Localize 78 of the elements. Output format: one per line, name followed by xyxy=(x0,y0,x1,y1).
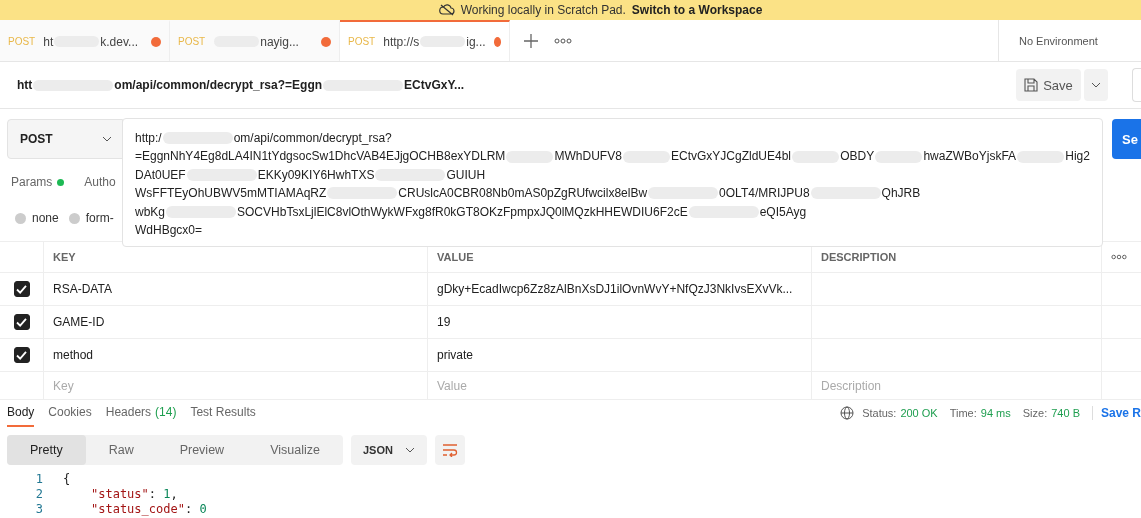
table-cell: private xyxy=(428,339,812,371)
url-text: Hig2 xyxy=(1065,148,1090,166)
url-text: WsFFTEyOhUBWV5mMTIAMAqRZ xyxy=(135,185,327,203)
checkbox[interactable] xyxy=(13,314,30,330)
url-text: OBDY xyxy=(840,148,875,166)
status-label: Status: xyxy=(862,407,897,419)
line-number: 2 xyxy=(34,487,43,502)
code-line: "status_code": 0 xyxy=(91,502,207,517)
time-label: Time: xyxy=(949,407,977,419)
wrap-lines-button[interactable] xyxy=(434,435,465,465)
response-tab[interactable]: Test Results xyxy=(190,399,256,427)
table-cell: 19 xyxy=(428,306,812,338)
table-cell: method xyxy=(44,339,428,371)
response-tab[interactable]: Cookies xyxy=(48,399,92,427)
chevron-down-icon xyxy=(404,447,415,453)
save-response-button[interactable]: Save R xyxy=(1091,406,1141,420)
table-cell: RSA-DATA xyxy=(44,273,428,305)
request-tab[interactable]: POST http://s ig... xyxy=(340,20,510,61)
checkbox[interactable] xyxy=(13,281,30,297)
cloud-off-icon xyxy=(438,4,455,16)
url-text: DAt0UEF xyxy=(135,166,186,184)
radio-button[interactable] xyxy=(68,212,80,224)
code-line: "status": 1, xyxy=(91,487,178,502)
radio-button[interactable] xyxy=(15,212,26,224)
url-text: ECtvGxYJCgZldUE4bl xyxy=(671,148,792,166)
url-text: WdHBgcx0= xyxy=(135,222,203,240)
response-tab[interactable]: Headers (14) xyxy=(105,399,177,427)
request-title: htt om/api/common/decrypt_rsa?=Eggn ECtvGxY... xyxy=(17,78,465,92)
more-icon[interactable] xyxy=(554,37,572,44)
chevron-down-icon xyxy=(1091,82,1101,88)
url-text: QhJRB xyxy=(881,185,921,203)
url-text: http:/ xyxy=(135,130,162,147)
more-icon[interactable] xyxy=(1111,254,1127,260)
view-mode-tab[interactable]: Pretty xyxy=(7,435,86,465)
url-text: =EggnNhY4Eg8dLA4IN1tYdgsocSw1DhcVAB4EJjgOCHB8exYDLRM xyxy=(135,148,506,166)
url-text: GUIUH xyxy=(446,166,486,184)
wrap-icon xyxy=(441,443,458,457)
table-cell: gDky+EcadIwcp6Zz8zAlBnXsDJ1ilOvnWvY+NfQzJ3NkIvsEXvVk... xyxy=(428,273,812,305)
checkbox[interactable] xyxy=(13,347,30,363)
url-text: CRUslcA0CBR08Nb0mAS0pZgRUfwcilx8elBw xyxy=(398,185,648,203)
radio-label: form- xyxy=(85,211,114,225)
chevron-down-icon xyxy=(102,136,112,142)
time-value: 94 ms xyxy=(980,407,1011,419)
floppy-icon xyxy=(1024,78,1039,92)
banner-text: Working locally in Scratch Pad. xyxy=(460,3,626,17)
request-section-tab[interactable]: Params xyxy=(11,175,65,189)
view-mode-tab[interactable]: Visualize xyxy=(247,435,343,465)
request-tab[interactable]: POST nayig... xyxy=(170,20,340,61)
format-dropdown[interactable]: JSON xyxy=(350,435,427,465)
view-mode-tab[interactable]: Preview xyxy=(156,435,248,465)
url-text: hwaZWBoYjskFA xyxy=(923,148,1017,166)
line-number: 3 xyxy=(34,502,43,517)
url-text: SOCVHbTsxLjlElC8vlOthWykWFxg8fR0kGT8OKzFpmpxJQ0lMQzkHHEWDIU6F2cE xyxy=(237,203,688,221)
view-mode-tab[interactable]: Raw xyxy=(85,435,157,465)
send-button[interactable]: Se xyxy=(1112,119,1141,159)
url-text: wbKg xyxy=(135,203,166,221)
workspace-link[interactable]: Switch to a Workspace xyxy=(631,3,763,17)
size-value: 740 B xyxy=(1051,407,1080,419)
status-value: 200 OK xyxy=(900,407,938,419)
url-text: MWhDUFV8 xyxy=(554,148,622,166)
request-section-tab[interactable]: Autho xyxy=(84,175,116,189)
url-text: eQI5Ayg xyxy=(759,203,807,221)
table-cell: GAME-ID xyxy=(44,306,428,338)
environment-selector[interactable]: No Environment xyxy=(998,20,1141,61)
radio-label: none xyxy=(32,211,59,225)
globe-icon[interactable] xyxy=(840,406,855,420)
response-tab[interactable]: Body xyxy=(7,399,35,427)
save-button[interactable]: Save xyxy=(1016,69,1081,101)
code-line: { xyxy=(63,472,71,487)
url-text: EKKy09KIY6HwhTXS xyxy=(257,166,375,184)
size-label: Size: xyxy=(1022,407,1048,419)
request-tab[interactable]: POST ht k.dev... xyxy=(0,20,170,61)
line-number: 1 xyxy=(34,472,43,487)
plus-icon[interactable] xyxy=(524,33,538,48)
url-text: om/api/common/decrypt_rsa? xyxy=(233,130,392,147)
method-dropdown[interactable]: POST xyxy=(7,119,123,159)
url-field[interactable] xyxy=(122,118,1103,247)
url-text: 0OLT4/MRIJPU8 xyxy=(719,185,810,203)
